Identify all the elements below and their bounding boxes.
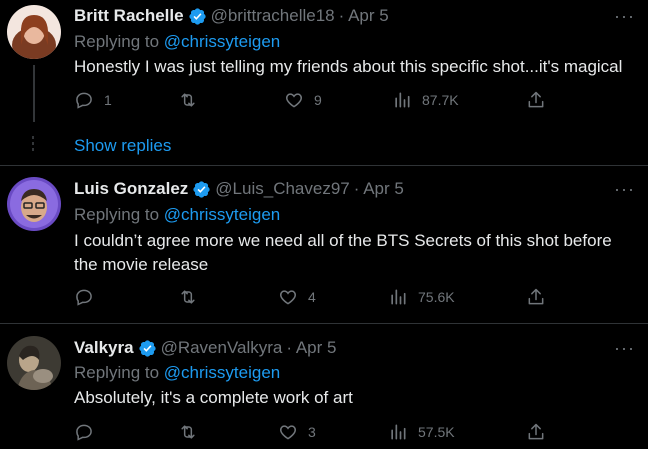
like-count: 3 bbox=[308, 424, 316, 440]
retweet-button[interactable] bbox=[178, 287, 208, 307]
replying-to-handle[interactable]: @chrissyteigen bbox=[164, 205, 280, 224]
view-count: 57.5K bbox=[418, 424, 455, 440]
display-name[interactable]: Luis Gonzalez bbox=[74, 179, 188, 199]
avatar[interactable] bbox=[7, 5, 61, 59]
like-icon bbox=[285, 93, 303, 108]
handle[interactable]: @RavenValkyra bbox=[161, 338, 283, 358]
replying-to-handle[interactable]: @chrissyteigen bbox=[164, 363, 280, 382]
retweet-icon bbox=[181, 93, 195, 107]
share-button[interactable] bbox=[526, 422, 546, 442]
share-button[interactable] bbox=[526, 90, 546, 110]
tweet-header: Valkyra @RavenValkyra · Apr 5 bbox=[74, 338, 336, 358]
more-icon[interactable]: ··· bbox=[614, 338, 635, 359]
like-icon bbox=[279, 425, 297, 440]
reply-button[interactable]: 1 bbox=[74, 90, 112, 110]
timestamp[interactable]: · Apr 5 bbox=[339, 6, 389, 26]
tweet-header: Britt Rachelle @brittrachelle18 · Apr 5 bbox=[74, 6, 389, 26]
more-icon[interactable]: ··· bbox=[614, 179, 635, 200]
reply-button[interactable] bbox=[74, 422, 104, 442]
action-bar: 4 75.6K bbox=[74, 287, 554, 311]
like-button[interactable]: 9 bbox=[284, 90, 322, 110]
replying-to: Replying to @chrissyteigen bbox=[74, 363, 280, 383]
views-button[interactable]: 75.6K bbox=[388, 287, 455, 307]
verified-badge-icon bbox=[138, 339, 156, 357]
reply-icon bbox=[76, 92, 92, 109]
share-icon bbox=[528, 91, 544, 108]
retweet-button[interactable] bbox=[178, 422, 208, 442]
like-button[interactable]: 3 bbox=[278, 422, 316, 442]
views-button[interactable]: 57.5K bbox=[388, 422, 455, 442]
tweet-text: Honestly I was just telling my friends a… bbox=[74, 57, 623, 76]
retweet-button[interactable] bbox=[178, 90, 208, 110]
views-icon bbox=[391, 289, 406, 305]
display-name[interactable]: Valkyra bbox=[74, 338, 134, 358]
share-button[interactable] bbox=[526, 287, 546, 307]
tweet-2[interactable]: Luis Gonzalez @Luis_Chavez97 · Apr 5 ···… bbox=[0, 166, 648, 323]
handle[interactable]: @brittrachelle18 bbox=[211, 6, 335, 26]
retweet-icon bbox=[181, 425, 195, 439]
verified-badge-icon bbox=[193, 180, 210, 198]
view-count: 75.6K bbox=[418, 289, 455, 305]
timestamp[interactable]: · Apr 5 bbox=[354, 179, 404, 199]
handle[interactable]: @Luis_Chavez97 bbox=[215, 179, 349, 199]
reply-icon bbox=[76, 289, 92, 306]
replying-to: Replying to @chrissyteigen bbox=[74, 205, 280, 225]
tweet-text: Absolutely, it's a complete work of art bbox=[74, 388, 353, 407]
show-replies-link[interactable]: Show replies bbox=[74, 136, 171, 156]
replying-to-handle[interactable]: @chrissyteigen bbox=[164, 32, 280, 51]
display-name[interactable]: Britt Rachelle bbox=[74, 6, 184, 26]
replying-to-label: Replying to bbox=[74, 32, 164, 51]
share-icon bbox=[528, 423, 544, 440]
reply-button[interactable] bbox=[74, 287, 104, 307]
like-button[interactable]: 4 bbox=[278, 287, 316, 307]
view-count: 87.7K bbox=[422, 92, 459, 108]
views-icon bbox=[391, 424, 406, 440]
timestamp[interactable]: · Apr 5 bbox=[286, 338, 336, 358]
share-icon bbox=[528, 288, 544, 305]
replying-to-label: Replying to bbox=[74, 363, 164, 382]
tweet-3[interactable]: Valkyra @RavenValkyra · Apr 5 ··· Replyi… bbox=[0, 324, 648, 449]
thread-dots bbox=[32, 136, 35, 154]
reply-icon bbox=[76, 424, 92, 441]
replying-to-label: Replying to bbox=[74, 205, 164, 224]
avatar[interactable] bbox=[7, 336, 61, 390]
thread-line bbox=[33, 65, 35, 122]
views-button[interactable]: 87.7K bbox=[392, 90, 459, 110]
like-count: 9 bbox=[314, 92, 322, 108]
like-count: 4 bbox=[308, 289, 316, 305]
like-icon bbox=[279, 290, 297, 305]
action-bar: 3 57.5K bbox=[74, 422, 554, 446]
avatar[interactable] bbox=[7, 177, 61, 231]
replying-to: Replying to @chrissyteigen bbox=[74, 32, 280, 52]
retweet-icon bbox=[181, 290, 195, 304]
tweet-header: Luis Gonzalez @Luis_Chavez97 · Apr 5 bbox=[74, 179, 404, 199]
more-icon[interactable]: ··· bbox=[614, 6, 635, 27]
reply-count: 1 bbox=[104, 92, 112, 108]
action-bar: 1 9 87.7K bbox=[74, 90, 554, 114]
tweet-1[interactable]: Britt Rachelle @brittrachelle18 · Apr 5 … bbox=[0, 0, 648, 165]
verified-badge-icon bbox=[188, 7, 206, 25]
views-icon bbox=[395, 92, 410, 108]
tweet-text: I couldn’t agree more we need all of the… bbox=[74, 231, 612, 274]
